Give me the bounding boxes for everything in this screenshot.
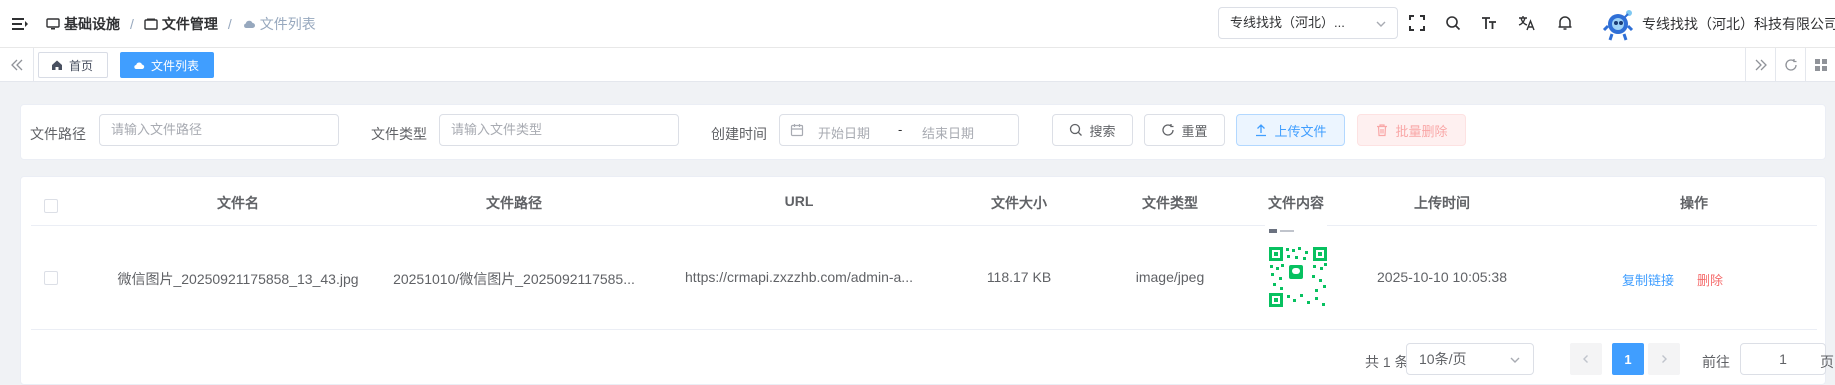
top-navbar: 基础设施 / 文件管理 / 文件列表 专线找找（河北）... 专线找找（河北）科… [0,0,1835,48]
scroll-right-icon[interactable] [1745,48,1775,82]
folder-icon [144,18,158,30]
column-header-file-content: 文件内容 [1268,195,1324,211]
organization-select[interactable]: 专线找找（河北）... [1218,7,1398,39]
cell-upload-time: 2025-10-10 10:05:38 [1377,269,1507,285]
page-number-1[interactable]: 1 [1612,343,1644,375]
select-all-checkbox[interactable] [44,199,58,213]
page-size-select[interactable]: 10条/页 [1406,343,1534,375]
tag-home[interactable]: 首页 [38,52,109,78]
breadcrumb-item-file-management[interactable]: 文件管理 [144,14,218,34]
create-time-range-picker[interactable]: 开始日期 - 结束日期 [779,114,1019,146]
cell-file-path: 20251010/微信图片_2025092117585... [393,271,635,287]
cell-file-name: 微信图片_20250921175858_13_43.jpg [117,271,359,287]
column-header-upload-time: 上传时间 [1414,195,1470,211]
cell-url: https://crmapi.zxzzhb.com/admin-a... [685,269,913,285]
file-content-thumbnail[interactable] [1265,225,1327,315]
cell-file-size: 118.17 KB [986,269,1052,285]
search-form: 文件路径 请输入文件路径 文件类型 请输入文件类型 创建时间 开始日期 - 结束… [20,104,1826,160]
breadcrumb-separator: / [130,16,134,32]
organization-name[interactable]: 专线找找（河北）科技有限公司 [1642,14,1835,34]
goto-page-input[interactable]: 1 [1740,343,1826,375]
search-button[interactable]: 搜索 [1052,114,1133,146]
breadcrumb-item-file-list: 文件列表 [242,14,316,34]
column-header-file-size: 文件大小 [991,195,1047,211]
breadcrumb: 基础设施 / 文件管理 / 文件列表 [46,14,316,34]
search-icon[interactable] [1442,12,1464,34]
breadcrumb-label: 文件列表 [259,16,316,32]
column-header-file-type: 文件类型 [1142,195,1198,211]
file-type-label: 文件类型 [371,126,427,142]
file-table: 文件名 文件路径 URL 文件大小 文件类型 文件内容 上传时间 操作 微信图片… [20,176,1826,385]
breadcrumb-label: 基础设施 [64,16,120,32]
organization-select-value: 专线找找（河北）... [1230,15,1345,30]
tag-file-list[interactable]: 文件列表 [120,52,215,78]
column-header-file-name: 文件名 [217,195,259,211]
file-path-label: 文件路径 [30,126,86,142]
batch-delete-button[interactable]: 批量删除 [1357,114,1466,146]
column-header-actions: 操作 [1680,195,1708,211]
column-header-file-path: 文件路径 [486,195,542,211]
cloud-icon [134,62,145,70]
page-size-value: 10条/页 [1419,351,1467,367]
breadcrumb-item-infrastructure[interactable]: 基础设施 [46,14,120,34]
table-row-divider [31,329,1817,330]
tag-label: 文件列表 [151,58,200,73]
breadcrumb-separator: / [227,16,232,32]
reset-button[interactable]: 重置 [1144,114,1225,146]
pagination-total: 共 1 条 [1365,354,1409,370]
breadcrumb-label: 文件管理 [161,16,218,32]
chevron-right-icon [1662,355,1667,363]
fullscreen-icon[interactable] [1406,12,1428,34]
upload-file-button[interactable]: 上传文件 [1236,114,1345,146]
file-type-input[interactable]: 请输入文件类型 [439,114,679,146]
home-icon [52,60,62,70]
chevron-down-icon [1376,21,1386,27]
calendar-icon [790,124,804,137]
range-separator: - [898,122,903,137]
refresh-icon[interactable] [1775,48,1805,82]
next-page-button[interactable] [1648,343,1680,375]
file-path-input[interactable]: 请输入文件路径 [99,114,339,146]
cell-file-type: image/jpeg [1135,269,1205,285]
hamburger-menu-icon[interactable] [10,14,30,34]
monitor-icon [46,18,60,30]
delete-button[interactable]: 删除 [1697,270,1723,289]
font-size-icon[interactable] [1478,12,1500,34]
end-date-input[interactable]: 结束日期 [922,123,974,142]
tag-label: 首页 [69,58,94,73]
translate-icon[interactable] [1516,12,1538,34]
create-time-label: 创建时间 [711,126,767,142]
scroll-left-icon[interactable] [0,48,34,82]
prev-page-button[interactable] [1570,343,1602,375]
upload-icon [1256,124,1267,137]
trash-icon [1377,124,1388,137]
chevron-down-icon [1510,357,1520,363]
grid-menu-icon[interactable] [1805,48,1835,82]
copy-link-button[interactable]: 复制链接 [1622,270,1674,289]
column-header-url: URL [784,193,814,209]
cloud-icon [243,20,255,28]
user-avatar[interactable] [1598,4,1638,44]
goto-label: 前往 [1702,354,1730,370]
chevron-left-icon [1583,355,1588,363]
start-date-input[interactable]: 开始日期 [818,123,870,142]
tags-view-bar: 首页 文件列表 [0,48,1835,82]
row-checkbox[interactable] [44,271,58,285]
search-icon [1070,123,1083,136]
bell-icon[interactable] [1554,12,1576,34]
table-header-divider [31,225,1817,226]
refresh-icon [1162,124,1175,136]
page-suffix: 页 [1820,354,1834,370]
